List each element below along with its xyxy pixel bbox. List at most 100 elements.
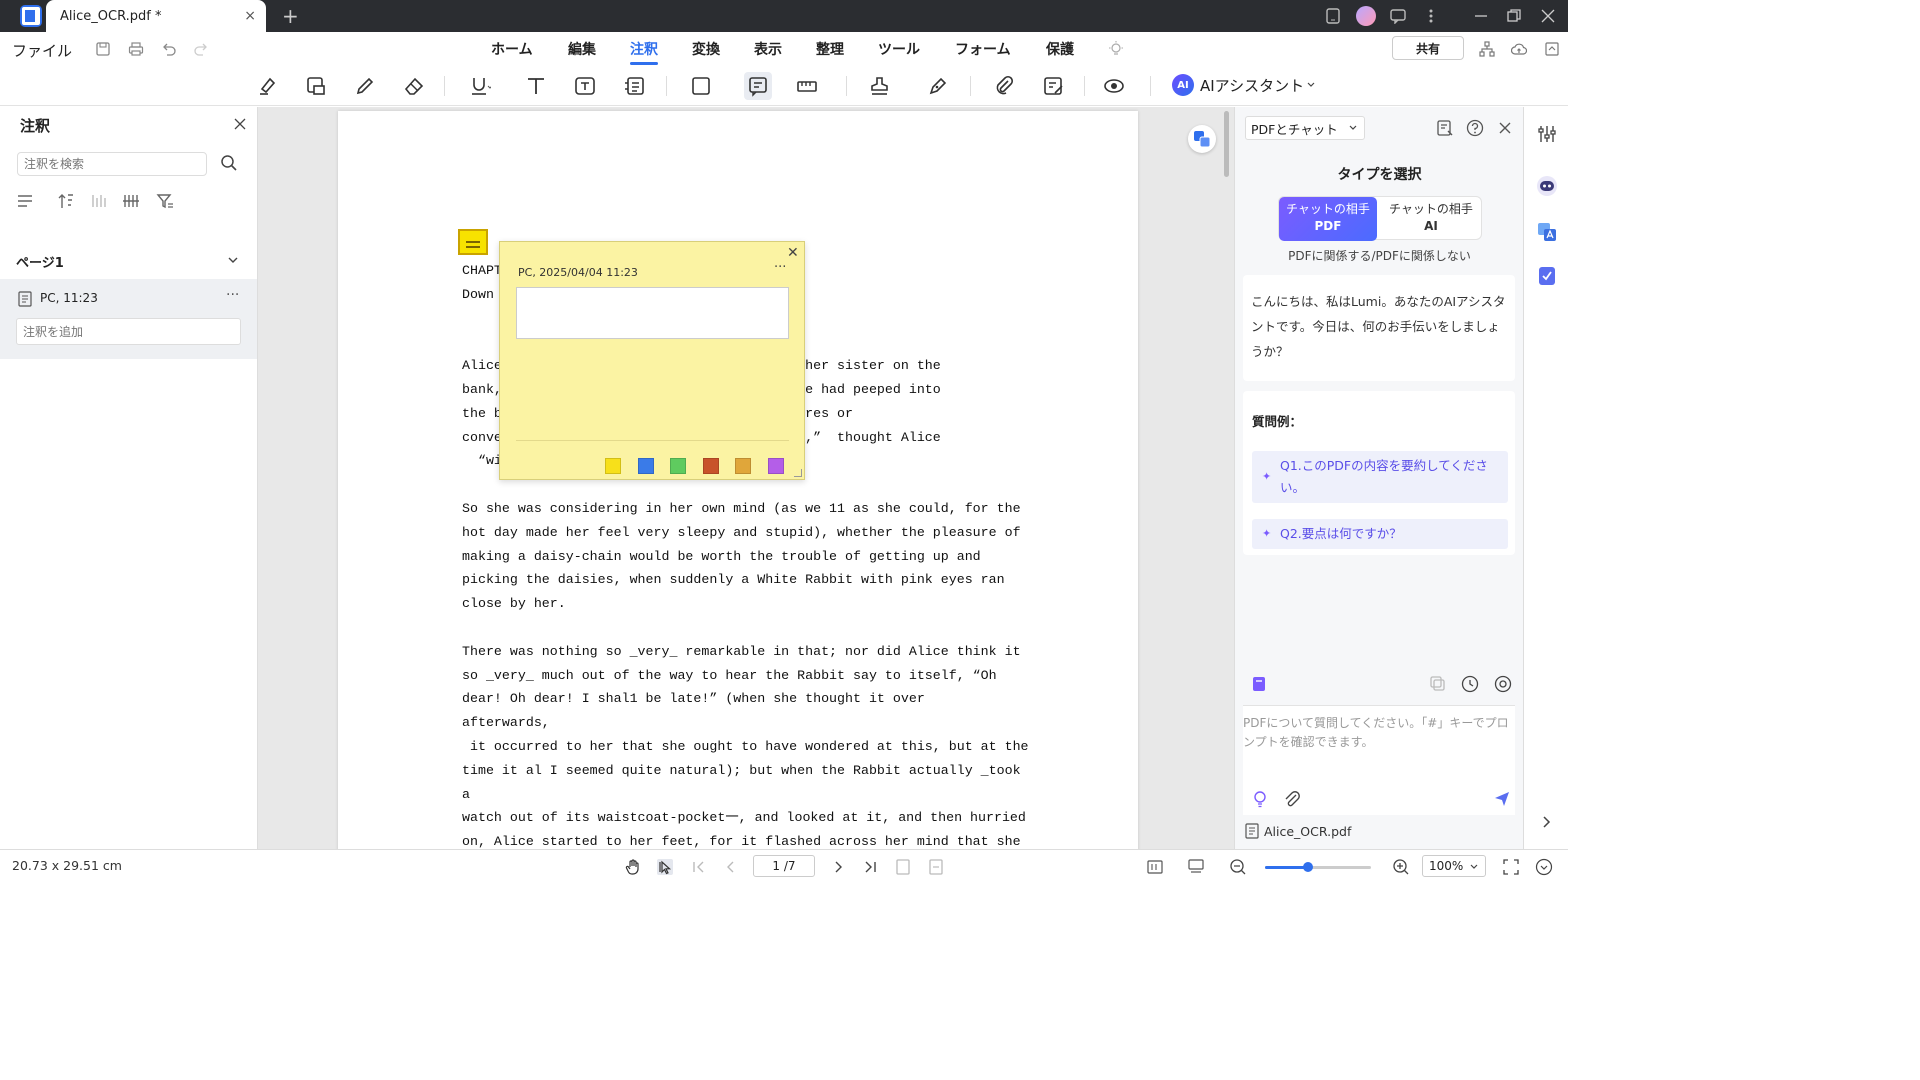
tab-view[interactable]: 表示: [754, 39, 782, 59]
zoom-slider-handle[interactable]: [1303, 862, 1314, 872]
collapse-all-icon[interactable]: [90, 192, 108, 210]
annotation-search-input[interactable]: [17, 152, 207, 176]
lightbulb-icon[interactable]: [1251, 790, 1269, 808]
callout-icon[interactable]: [620, 72, 648, 100]
cloud-upload-icon[interactable]: [1510, 41, 1528, 57]
device-icon[interactable]: [1326, 0, 1340, 32]
close-window-icon[interactable]: [1541, 0, 1555, 32]
history-icon[interactable]: [1461, 675, 1479, 693]
color-swatch[interactable]: [735, 458, 752, 474]
new-chat-icon[interactable]: [1436, 119, 1454, 137]
properties-icon[interactable]: [1536, 123, 1558, 145]
attach-icon[interactable]: [1283, 790, 1301, 808]
previous-page-icon[interactable]: [722, 858, 740, 876]
note-text-input[interactable]: [516, 287, 789, 339]
page-number-input[interactable]: 1 /7: [753, 855, 815, 877]
pdf-page[interactable]: CHAPTEDown t Alice y her sister on theba…: [338, 111, 1138, 851]
zoom-in-icon[interactable]: [1392, 858, 1410, 876]
close-icon[interactable]: [234, 115, 246, 134]
select-tool-icon[interactable]: [656, 858, 674, 876]
undo-icon[interactable]: [161, 41, 177, 57]
color-swatch[interactable]: [768, 458, 784, 474]
ai-robot-icon[interactable]: [1536, 175, 1558, 197]
close-icon[interactable]: ✕: [787, 245, 799, 261]
more-icon[interactable]: ···: [226, 287, 239, 303]
tab-form[interactable]: フォーム: [955, 39, 1011, 59]
lightbulb-icon[interactable]: [1108, 41, 1124, 57]
zoom-slider[interactable]: [1265, 862, 1371, 872]
eye-icon[interactable]: [1100, 72, 1128, 100]
color-swatch[interactable]: [702, 458, 719, 474]
sort-icon[interactable]: [16, 192, 34, 210]
chevron-right-icon[interactable]: [1536, 811, 1558, 833]
zoom-out-icon[interactable]: [1229, 858, 1247, 876]
next-page-icon[interactable]: [829, 858, 847, 876]
tab-edit[interactable]: 編集: [568, 39, 596, 59]
fit-page-icon[interactable]: [894, 858, 912, 876]
signature-icon[interactable]: [924, 72, 952, 100]
translate-icon[interactable]: [1536, 221, 1558, 243]
stamp-icon[interactable]: [866, 72, 894, 100]
fullscreen-icon[interactable]: [1502, 858, 1520, 876]
print-icon[interactable]: [128, 41, 144, 57]
resize-handle[interactable]: [794, 469, 802, 477]
scroll-mode-icon[interactable]: [1187, 858, 1205, 876]
filter-icon[interactable]: [156, 192, 174, 210]
color-swatch[interactable]: [637, 458, 654, 474]
collapse-ribbon-icon[interactable]: [1544, 41, 1560, 57]
tab-convert[interactable]: 変換: [692, 39, 720, 59]
page-group-header[interactable]: ページ1: [0, 245, 257, 277]
text-icon[interactable]: [522, 72, 550, 100]
text-box-icon[interactable]: [571, 72, 599, 100]
hand-tool-icon[interactable]: [624, 858, 642, 876]
prompt-input[interactable]: PDFについて質問してください。「#」キーでプロンプトを確認できます。: [1243, 705, 1515, 815]
sticky-note-marker-icon[interactable]: [458, 229, 488, 255]
shape-icon[interactable]: [688, 72, 716, 100]
sticky-note-icon[interactable]: [744, 72, 772, 100]
fit-width-icon[interactable]: [927, 858, 945, 876]
eraser-icon[interactable]: [400, 72, 428, 100]
tab-home[interactable]: ホーム: [491, 39, 533, 59]
network-icon[interactable]: [1479, 41, 1495, 57]
collapse-status-icon[interactable]: [1535, 858, 1553, 876]
tab-annotate[interactable]: 注釈: [630, 39, 658, 65]
underline-icon[interactable]: [466, 72, 494, 100]
expand-all-icon[interactable]: [122, 192, 140, 210]
chat-with-pdf-option[interactable]: チャットの相手 PDF: [1279, 197, 1377, 241]
close-tab-icon[interactable]: ×: [244, 8, 256, 24]
area-highlight-icon[interactable]: [302, 72, 330, 100]
minimize-icon[interactable]: [1474, 0, 1488, 32]
color-swatch[interactable]: [605, 458, 621, 474]
avatar[interactable]: [1356, 0, 1376, 32]
page-layout-icon[interactable]: [1146, 858, 1164, 876]
document-tab[interactable]: Alice_OCR.pdf * ×: [46, 0, 266, 32]
measure-icon[interactable]: [793, 72, 821, 100]
checklist-icon[interactable]: [1536, 265, 1558, 287]
chat-mode-dropdown[interactable]: PDFとチャット: [1245, 116, 1365, 140]
search-icon[interactable]: [220, 154, 238, 172]
add-note-input[interactable]: [16, 318, 241, 345]
settings-icon[interactable]: [1494, 675, 1512, 693]
send-icon[interactable]: [1493, 790, 1511, 808]
last-page-icon[interactable]: [861, 858, 879, 876]
sort-order-icon[interactable]: [57, 192, 75, 210]
annotation-item[interactable]: PC, 11:23 ···: [0, 279, 257, 359]
form-note-icon[interactable]: [1040, 72, 1068, 100]
copy-icon[interactable]: [1429, 675, 1447, 693]
scrollbar[interactable]: [1224, 111, 1229, 177]
feedback-icon[interactable]: [1390, 0, 1406, 32]
highlighter-icon[interactable]: [253, 72, 281, 100]
help-icon[interactable]: [1466, 119, 1484, 137]
translate-icon[interactable]: [1188, 125, 1216, 153]
share-button[interactable]: 共有: [1392, 36, 1464, 60]
bookmark-icon[interactable]: [1250, 675, 1268, 693]
save-icon[interactable]: [95, 41, 111, 57]
new-tab-button[interactable]: +: [282, 4, 299, 28]
ai-assistant-button[interactable]: AI AIアシスタント: [1172, 74, 1316, 96]
tab-protect[interactable]: 保護: [1046, 39, 1074, 59]
attached-file[interactable]: Alice_OCR.pdf: [1245, 823, 1351, 839]
color-swatch[interactable]: [670, 458, 687, 474]
more-icon[interactable]: ···: [774, 260, 786, 275]
example-question-2[interactable]: ✦ Q2.要点は何ですか？: [1252, 519, 1508, 549]
file-menu[interactable]: ファイル: [12, 40, 72, 61]
